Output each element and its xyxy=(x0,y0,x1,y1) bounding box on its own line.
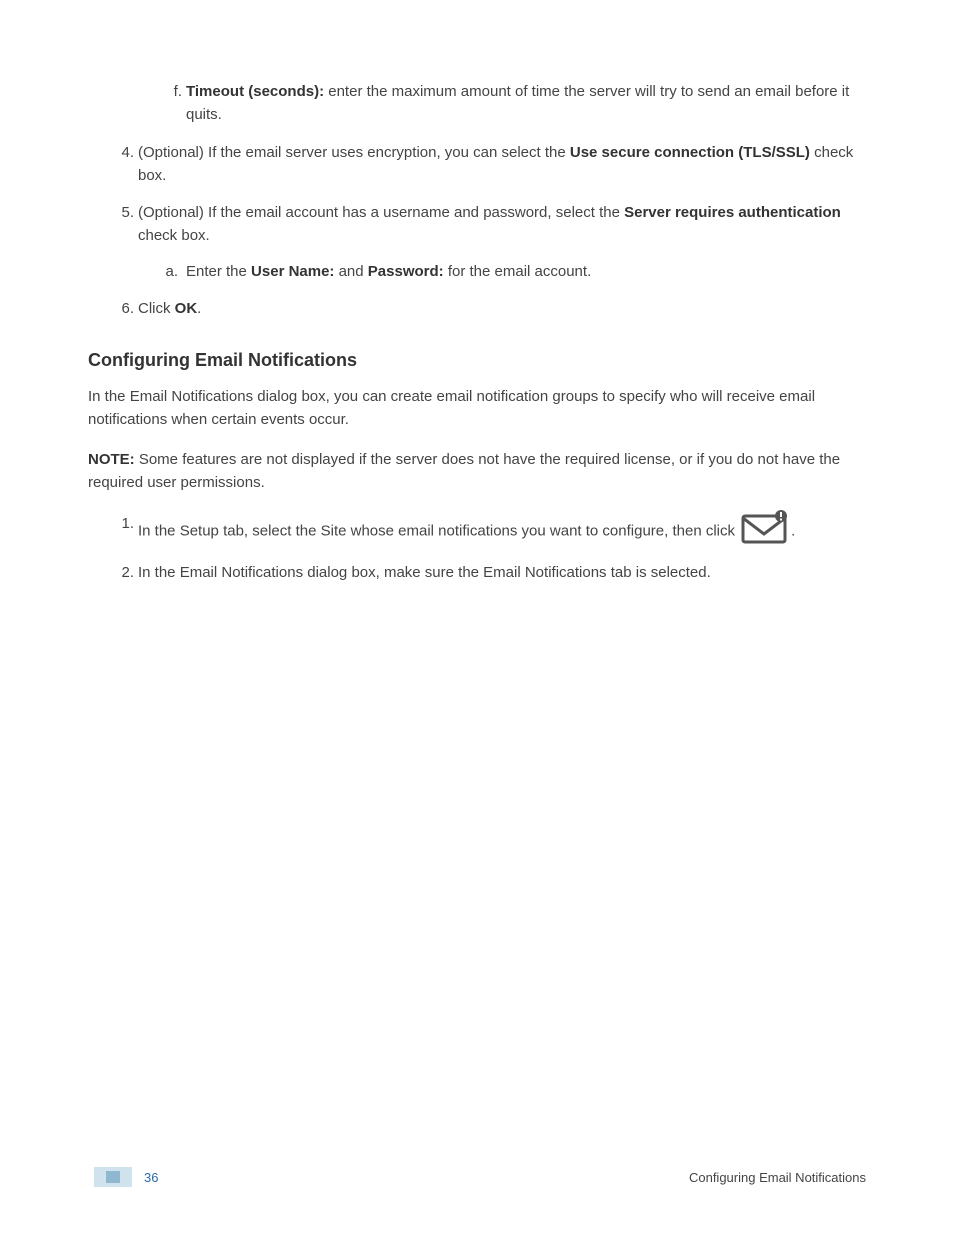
footer-decoration xyxy=(94,1167,132,1187)
list-marker-6: 6. xyxy=(112,297,134,320)
step-marker-1: 1. xyxy=(112,510,134,537)
item6-pre: Click xyxy=(138,300,175,317)
email-notification-icon xyxy=(741,510,789,553)
server-auth-label: Server requires authentication xyxy=(624,204,841,221)
section-heading: Configuring Email Notifications xyxy=(88,350,866,371)
steps-list: 1. In the Setup tab, select the Site who… xyxy=(88,510,866,586)
intro-paragraph: In the Email Notifications dialog box, y… xyxy=(88,385,866,432)
step-marker-2: 2. xyxy=(112,559,134,586)
list-item-5: 5. (Optional) If the email account has a… xyxy=(88,201,866,283)
note-paragraph: NOTE: Some features are not displayed if… xyxy=(88,448,866,495)
step1-pre: In the Setup tab, select the Site whose … xyxy=(138,522,739,539)
list-marker-5: 5. xyxy=(112,201,134,224)
sub5a-pre: Enter the xyxy=(186,263,251,280)
footer-section-title: Configuring Email Notifications xyxy=(689,1170,866,1185)
list-marker-4: 4. xyxy=(112,141,134,164)
sub-item-5a: a. Enter the User Name: and Password: fo… xyxy=(138,260,866,283)
password-label: Password: xyxy=(368,263,444,280)
step1-post: . xyxy=(791,522,795,539)
list-item-4: 4. (Optional) If the email server uses e… xyxy=(88,141,866,188)
item4-pre: (Optional) If the email server uses encr… xyxy=(138,144,570,161)
note-text: Some features are not displayed if the s… xyxy=(88,451,840,491)
username-label: User Name: xyxy=(251,263,334,280)
continued-ordered-list: f. Timeout (seconds): enter the maximum … xyxy=(88,80,866,320)
sub-marker-5a: a. xyxy=(160,260,178,283)
item5-post: check box. xyxy=(138,227,210,244)
page-footer: 36 Configuring Email Notifications xyxy=(0,1163,954,1187)
step-1: 1. In the Setup tab, select the Site who… xyxy=(88,510,866,553)
list-item-6: 6. Click OK. xyxy=(88,297,866,320)
step2-text: In the Email Notifications dialog box, m… xyxy=(138,564,711,581)
note-label: NOTE: xyxy=(88,451,135,468)
sub5a-mid: and xyxy=(334,263,367,280)
sub-list-5: a. Enter the User Name: and Password: fo… xyxy=(138,260,866,283)
item6-post: . xyxy=(197,300,201,317)
use-secure-connection-label: Use secure connection (TLS/SSL) xyxy=(570,144,810,161)
list-item-f-wrapper: f. Timeout (seconds): enter the maximum … xyxy=(88,80,866,127)
item5-pre: (Optional) If the email account has a us… xyxy=(138,204,624,221)
list-marker-f: f. xyxy=(160,80,182,103)
step-2: 2. In the Email Notifications dialog box… xyxy=(88,559,866,586)
page-content: f. Timeout (seconds): enter the maximum … xyxy=(0,0,954,586)
page-number: 36 xyxy=(144,1170,158,1185)
sub5a-post: for the email account. xyxy=(444,263,592,280)
ok-label: OK xyxy=(175,300,198,317)
timeout-label: Timeout (seconds): xyxy=(186,83,324,100)
